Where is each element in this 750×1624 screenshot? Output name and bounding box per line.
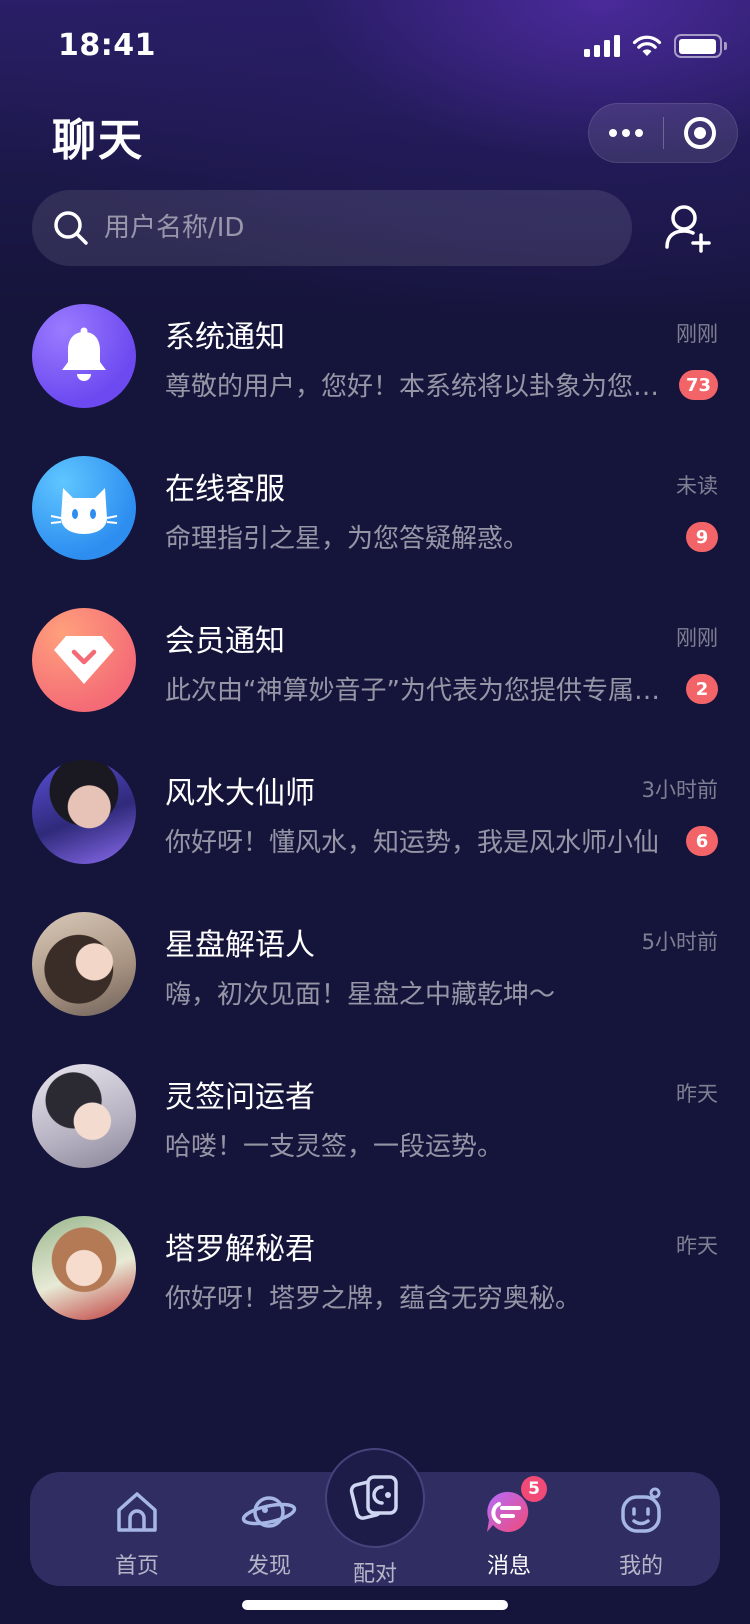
chat-name: 系统通知: [165, 320, 285, 355]
unread-badge: 6: [686, 826, 718, 856]
message-badge: 5: [521, 1476, 547, 1502]
more-dots-icon: [608, 129, 643, 137]
planet-icon: [241, 1484, 297, 1540]
chat-time: 5小时前: [641, 930, 718, 954]
avatar: [32, 760, 136, 864]
home-indicator: [242, 1600, 508, 1610]
target-icon: [684, 117, 717, 149]
battery-level: [678, 38, 716, 54]
chat-time: 刚刚: [676, 322, 718, 346]
tab-label: 首页: [114, 1554, 159, 1579]
avatar: [32, 304, 136, 408]
chat-name: 在线客服: [165, 472, 285, 507]
wifi-icon: [632, 35, 662, 56]
tab-label: 发现: [246, 1554, 291, 1579]
mini-program-capsule: [588, 103, 738, 163]
add-user-icon: [665, 205, 711, 253]
avatar: [32, 456, 136, 560]
chat-name: 星盘解语人: [165, 928, 315, 963]
tab-messages[interactable]: 5 消息: [454, 1476, 564, 1580]
tab-label: 我的: [618, 1554, 663, 1579]
search-bar[interactable]: [32, 190, 632, 266]
chat-time: 刚刚: [676, 626, 718, 650]
cellular-signal-icon: [584, 35, 620, 57]
tab-profile[interactable]: 我的: [586, 1484, 696, 1580]
add-friend-button[interactable]: [660, 200, 716, 256]
chat-list: 系统通知 刚刚 尊敬的用户，您好！本系统将以卦象为您解读 73 在线客服 未读 …: [0, 300, 750, 1364]
status-bar: 18:41: [0, 0, 750, 88]
chat-time: 昨天: [676, 1082, 718, 1106]
tab-label: 消息: [486, 1554, 531, 1579]
chat-item-fengshui-master[interactable]: 风水大仙师 3小时前 你好呀！懂风水，知运势，我是风水师小仙 6: [0, 756, 750, 908]
chat-name: 风水大仙师: [165, 776, 315, 811]
chat-item-member-notice[interactable]: 会员通知 刚刚 此次由“神算妙音子”为代表为您提供专属服务 2: [0, 604, 750, 756]
close-mini-program-button[interactable]: [664, 104, 738, 162]
battery-icon: [674, 34, 727, 58]
profile-icon: [613, 1484, 669, 1540]
vip-diamond-icon: [54, 636, 114, 684]
tab-label: 配对: [352, 1562, 397, 1587]
search-icon: [54, 211, 88, 245]
chat-preview: 哈喽！一支灵签，一段运势。: [165, 1132, 504, 1162]
chat-preview: 命理指引之星，为您答疑解惑。: [165, 524, 530, 554]
chat-preview: 尊敬的用户，您好！本系统将以卦象为您解读: [165, 372, 670, 402]
home-icon: [109, 1484, 165, 1540]
chat-time: 昨天: [676, 1234, 718, 1258]
search-input[interactable]: [104, 213, 574, 243]
bell-icon: [62, 327, 106, 381]
status-time: 18:41: [58, 28, 156, 63]
avatar: [32, 608, 136, 712]
chat-item-tarot-reader[interactable]: 塔罗解秘君 昨天 你好呀！塔罗之牌，蕴含无穷奥秘。: [0, 1212, 750, 1364]
message-icon: 5: [481, 1476, 547, 1540]
tab-home[interactable]: 首页: [82, 1484, 192, 1580]
chat-item-astrology-reader[interactable]: 星盘解语人 5小时前 嗨，初次见面！星盘之中藏乾坤～: [0, 908, 750, 1060]
unread-badge: 2: [686, 674, 718, 704]
match-icon: [349, 1475, 398, 1520]
tab-discover[interactable]: 发现: [214, 1484, 324, 1580]
avatar: [32, 1216, 136, 1320]
avatar: [32, 1064, 136, 1168]
avatar: [32, 912, 136, 1016]
match-button[interactable]: [325, 1448, 425, 1548]
chat-item-fortune-lots[interactable]: 灵签问运者 昨天 哈喽！一支灵签，一段运势。: [0, 1060, 750, 1212]
cat-icon: [50, 488, 118, 534]
page-title: 聊天: [52, 115, 144, 166]
more-button[interactable]: [589, 104, 663, 162]
status-icons: [584, 30, 727, 62]
chat-time: 未读: [676, 474, 718, 498]
chat-name: 灵签问运者: [165, 1080, 315, 1115]
chat-preview: 此次由“神算妙音子”为代表为您提供专属服务: [165, 676, 670, 706]
chat-preview: 你好呀！懂风水，知运势，我是风水师小仙: [165, 828, 660, 858]
unread-badge: 73: [678, 370, 718, 400]
unread-badge: 9: [686, 522, 718, 552]
chat-item-system-notice[interactable]: 系统通知 刚刚 尊敬的用户，您好！本系统将以卦象为您解读 73: [0, 300, 750, 452]
chat-item-customer-service[interactable]: 在线客服 未读 命理指引之星，为您答疑解惑。 9: [0, 452, 750, 604]
chat-name: 会员通知: [165, 624, 285, 659]
chat-name: 塔罗解秘君: [165, 1232, 315, 1267]
chat-time: 3小时前: [641, 778, 718, 802]
chat-preview: 你好呀！塔罗之牌，蕴含无穷奥秘。: [165, 1284, 582, 1314]
chat-preview: 嗨，初次见面！星盘之中藏乾坤～: [165, 980, 556, 1010]
